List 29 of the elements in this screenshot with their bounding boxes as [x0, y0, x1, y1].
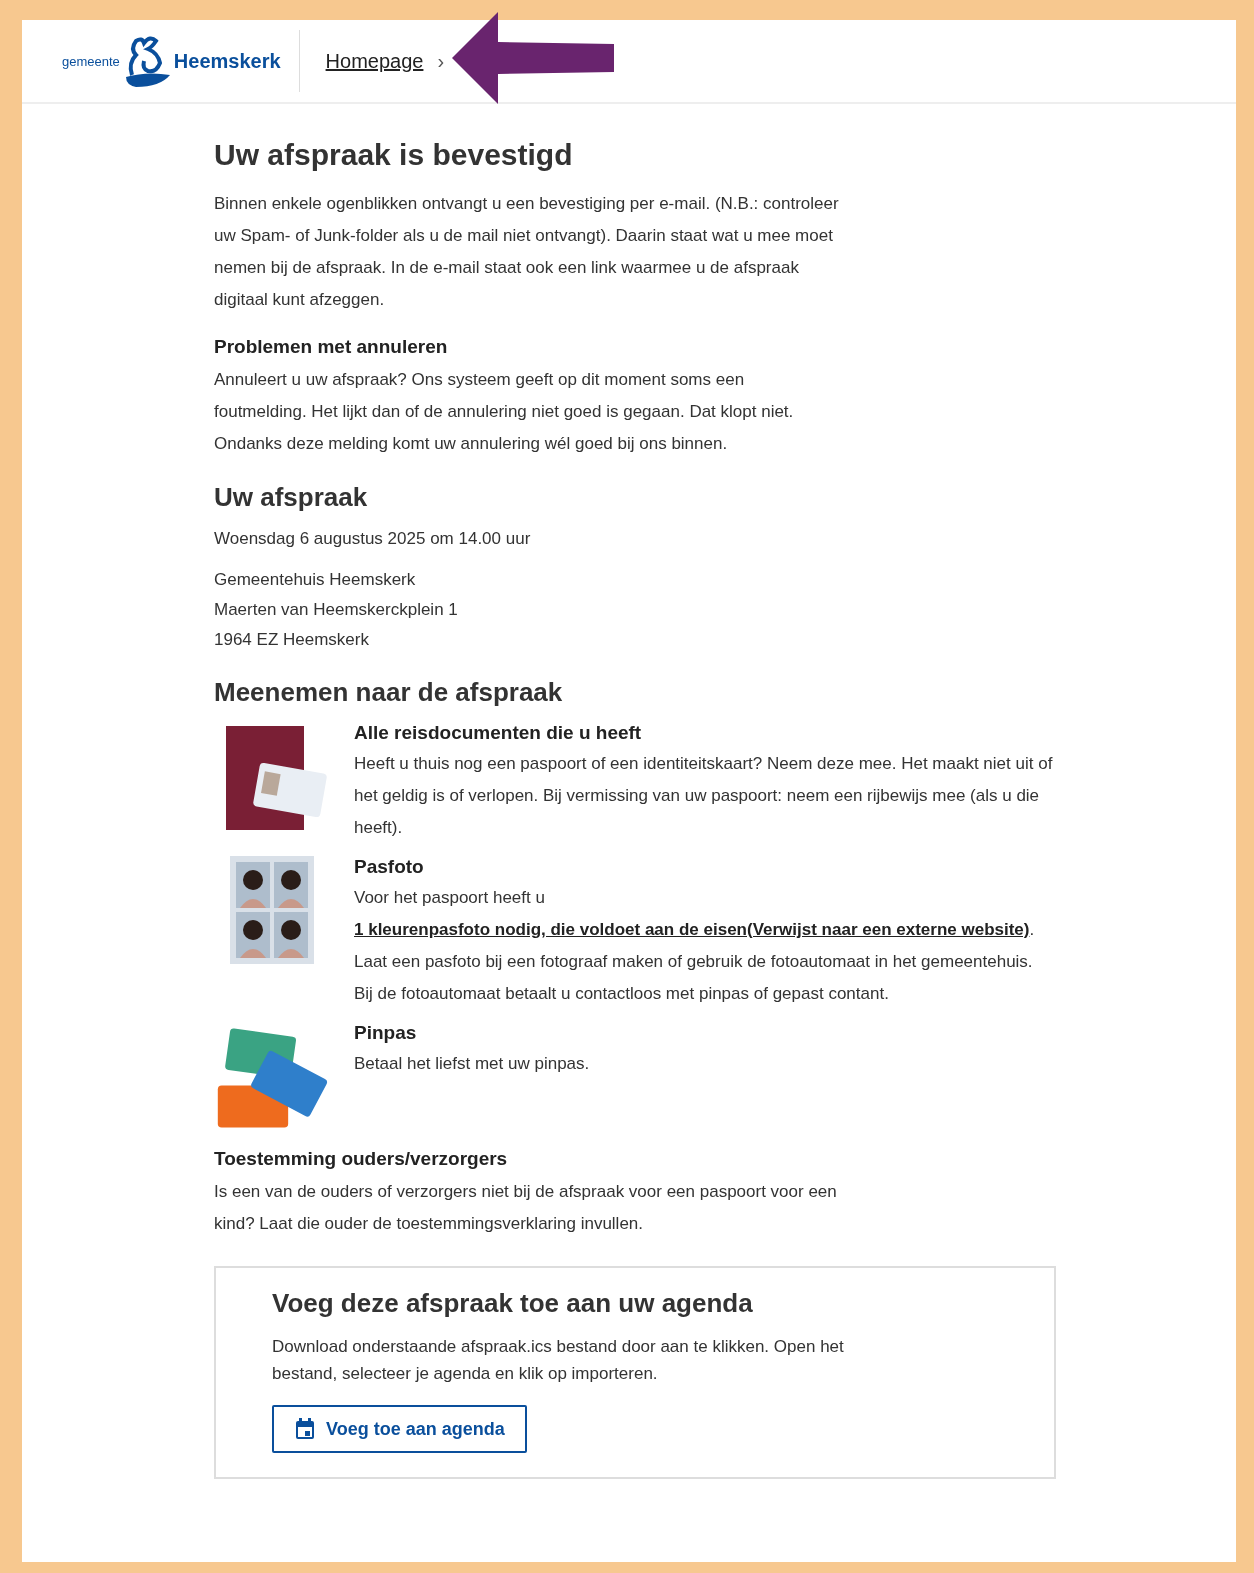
address-line: Gemeentehuis Heemskerk — [214, 569, 417, 591]
consent-paragraph: Is een van de ouders of verzorgers niet bij de afspraak voor een paspoort voor een kind? Laat die ouder de toestemmingsverklaring invullen. — [214, 1181, 838, 1235]
add-to-calendar-button[interactable]: Voeg toe aan agenda — [272, 1405, 527, 1453]
notice-paragraph: Annuleert u uw afspraak? Ons systeem geeft op dit moment soms een foutmelding. Het lijkt dan of de annulering niet goed is gegaan. Dat klopt niet. Ondanks deze melding komt uw annulering wél goed bij ons binnen. — [214, 369, 795, 455]
logo-name: Heemskerk — [173, 49, 281, 73]
external-link[interactable]: 1 kleurenpasfoto nodig, die voldoet aan de eisen(Verwijst naar een externe website) — [354, 920, 1030, 939]
address-line: 1964 EZ Heemskerk — [214, 629, 370, 651]
item-description: Voor het paspoort heeft u 1 kleurenpasfoto nodig, die voldoet aan de eisen(Verwijst naar een externe website). Laat een pasfoto bij een fotograaf maken of gebruik de fotoautomaat in het gemeentehuis. Bij de fotoautomaat betaalt u contactloos met pinpas of gepast contant. — [354, 887, 1036, 1005]
card-heading: Voeg deze afspraak toe aan uw agenda — [272, 1288, 754, 1319]
intro-paragraph: Binnen enkele ogenblikken ontvangt u een bevestiging per e-mail. (N.B.: controleer uw Spam- of Junk-folder als u de mail niet ontvangt). Daarin staat wat u mee moet nemen bij de afspraak. In de e-mail staat ook een link waarmee u de afspraak digitaal kunt afzeggen. — [214, 193, 840, 311]
section-heading: Problemen met annuleren — [214, 336, 449, 358]
item-description: Betaal het liefst met uw pinpas. — [354, 1053, 591, 1075]
appointment-datetime: Woensdag 6 augustus 2025 om 14.00 uur — [214, 528, 532, 550]
municipality-logo[interactable]: gemeente Heemskerk — [62, 33, 281, 89]
card-paragraph: Download onderstaande afspraak.ics bestand door aan te klikken. Open het bestand, selecteer je agenda en klik op importeren. — [272, 1336, 845, 1385]
address-line: Maerten van Heemskerckplein 1 — [214, 599, 459, 621]
calendar-icon — [294, 1417, 316, 1441]
breadcrumb-link[interactable]: Homepage — [325, 49, 424, 73]
logo-prefix: gemeente — [62, 53, 120, 69]
item-heading: Alle reisdocumenten die u heeft — [354, 722, 643, 744]
item-heading: Pinpas — [354, 1022, 418, 1044]
section-heading: Meenemen naar de afspraak — [214, 677, 564, 708]
item-heading: Pasfoto — [354, 856, 425, 878]
item-description: Heeft u thuis nog een paspoort of een identiteitskaart? Neem deze mee. Het maakt niet uit of het geldig is of verlopen. Bij vermissing van uw paspoort: neem een rijbewijs mee (als u die heeft). — [354, 753, 1054, 839]
breadcrumb-separator: › — [437, 49, 445, 73]
section-heading: Uw afspraak — [214, 482, 369, 513]
page-title: Uw afspraak is bevestigd — [214, 138, 574, 172]
section-heading: Toestemming ouders/verzorgers — [214, 1148, 509, 1170]
annotation-arrow-icon — [452, 12, 614, 104]
